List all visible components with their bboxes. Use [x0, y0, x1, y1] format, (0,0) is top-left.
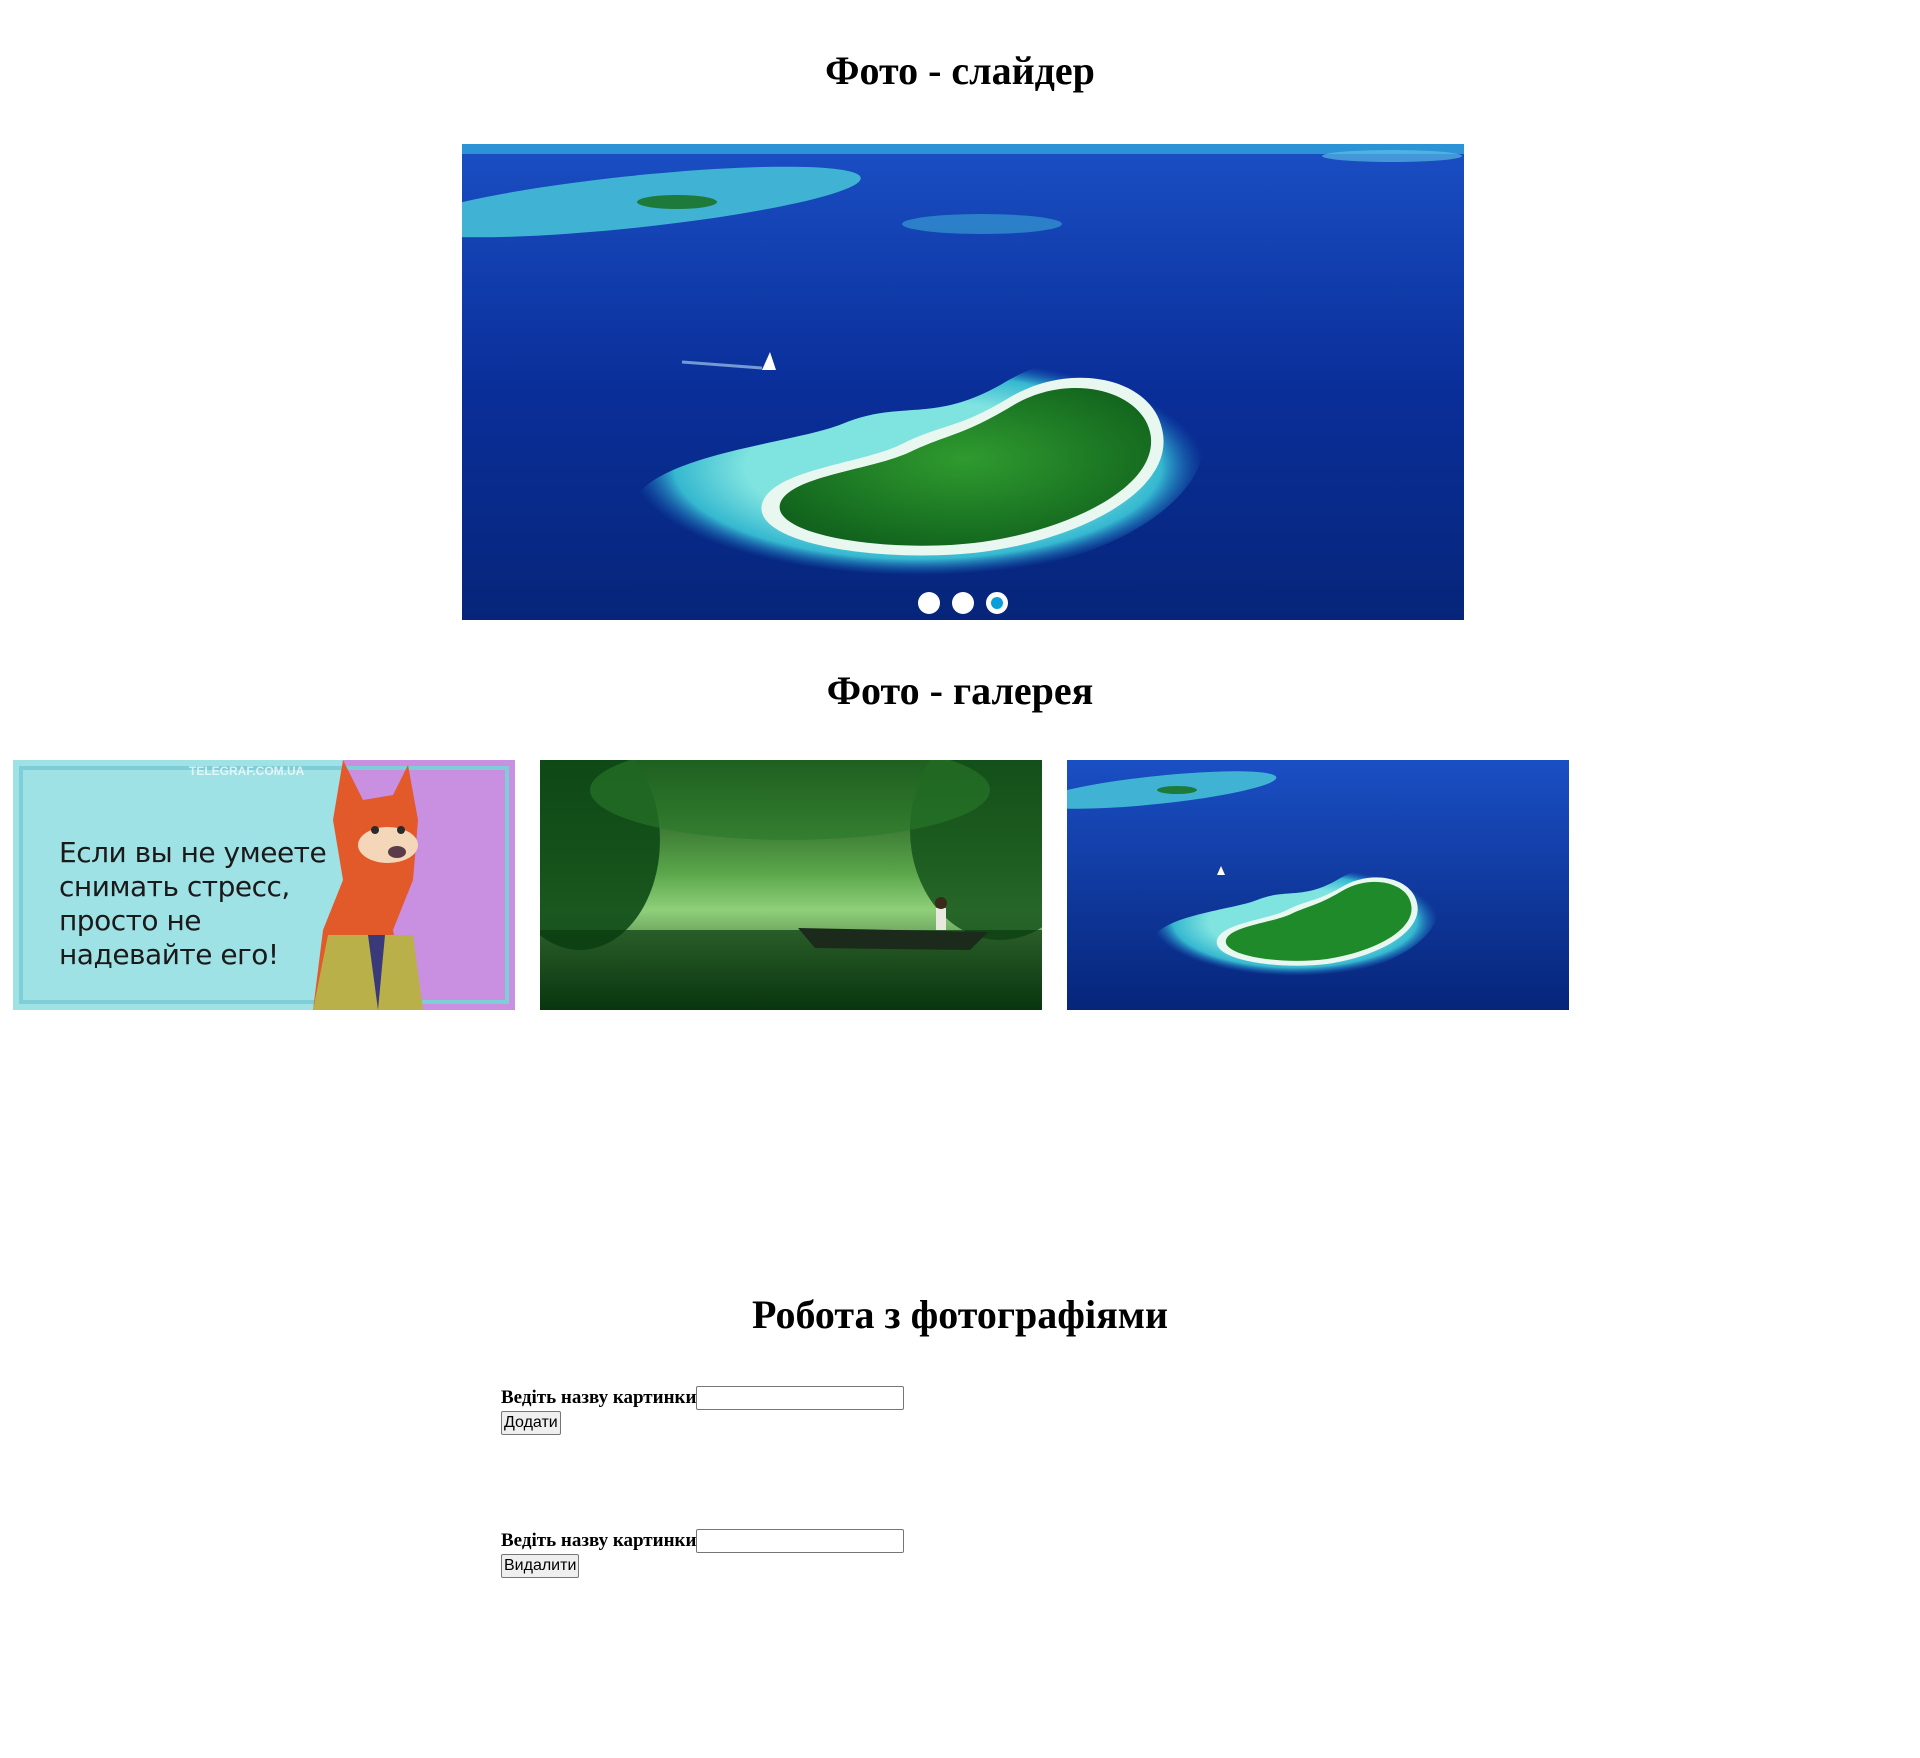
slider-image-heart-island — [462, 144, 1464, 620]
gallery-item-fox-meme[interactable]: TELEGRAF.COM.UA Если вы не умеете снимат… — [13, 760, 515, 1010]
delete-image-button[interactable]: Видалити — [501, 1554, 580, 1578]
slider-title: Фото - слайдер — [825, 48, 1095, 93]
slider-dot-2[interactable] — [952, 592, 974, 614]
work-title: Робота з фотографіями — [752, 1292, 1168, 1337]
slider-dot-3[interactable] — [986, 592, 1008, 614]
delete-image-label: Ведіть назву картинки — [501, 1530, 697, 1551]
slider-dots — [462, 592, 1464, 614]
photo-slider[interactable] — [462, 144, 1464, 620]
slider-dot-1[interactable] — [918, 592, 940, 614]
add-image-button[interactable]: Додати — [501, 1411, 561, 1435]
meme-caption: Если вы не умеете снимать стресс, просто… — [59, 836, 327, 971]
gallery-item-heart-island[interactable] — [1067, 760, 1569, 1010]
gallery-title: Фото - галерея — [826, 668, 1094, 713]
gallery-item-forest-lake[interactable] — [540, 760, 1042, 1010]
add-image-label: Ведіть назву картинки — [501, 1387, 697, 1408]
add-image-form: Ведіть назву картинки Додати — [501, 1385, 905, 1435]
forest-lake-image — [540, 760, 1042, 1010]
delete-image-input[interactable] — [696, 1529, 905, 1553]
meme-watermark: TELEGRAF.COM.UA — [189, 764, 305, 778]
heart-island-image — [1067, 760, 1569, 1010]
delete-image-form: Ведіть назву картинки Видалити — [501, 1528, 905, 1578]
add-image-input[interactable] — [696, 1386, 905, 1410]
